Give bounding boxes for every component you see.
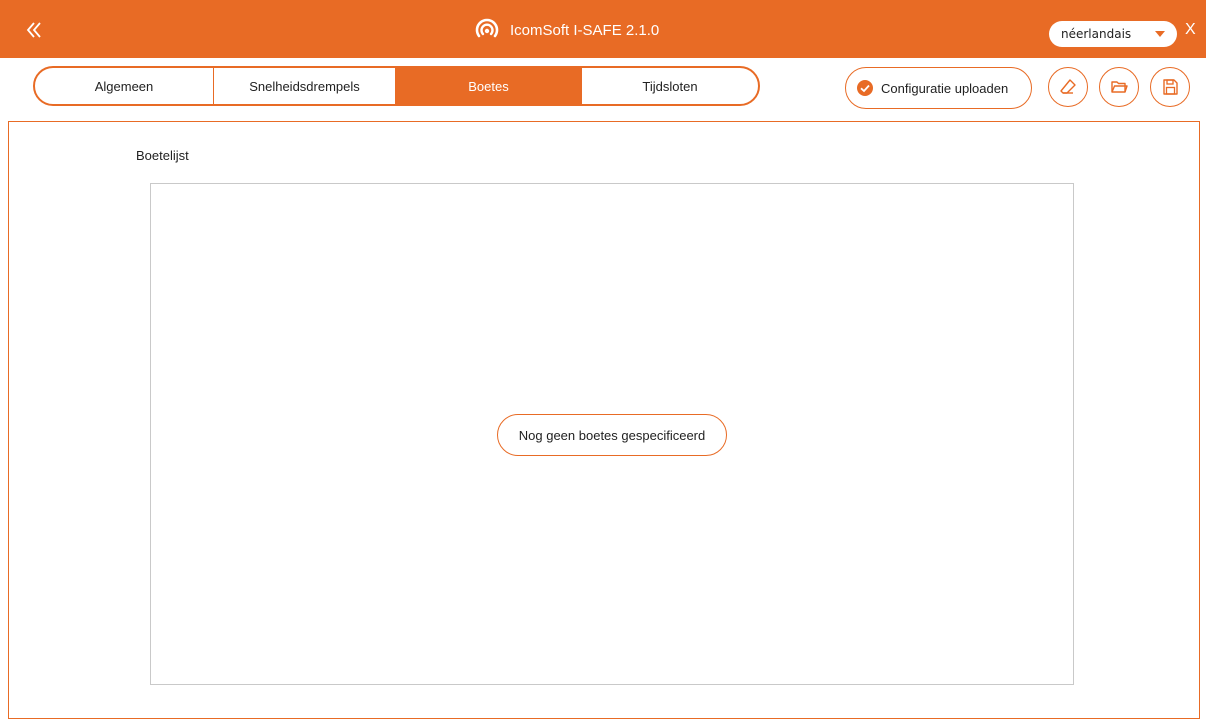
- empty-state-message: Nog geen boetes gespecificeerd: [497, 414, 727, 456]
- clear-button[interactable]: [1048, 67, 1088, 107]
- title-bar: IcomSoft I-SAFE 2.1.0 néerlandais X: [0, 0, 1206, 58]
- caret-down-icon: [1155, 31, 1165, 37]
- upload-configuration-button[interactable]: Configuratie uploaden: [845, 67, 1032, 109]
- wifi-signal-logo-icon: [475, 18, 499, 38]
- check-circle-icon: [857, 80, 873, 96]
- tab-boetes[interactable]: Boetes: [395, 68, 581, 104]
- fines-list-label: Boetelijst: [136, 148, 189, 163]
- tab-algemeen[interactable]: Algemeen: [35, 68, 213, 104]
- back-button[interactable]: [22, 18, 46, 42]
- language-select-value: néerlandais: [1061, 27, 1132, 41]
- tab-bar: Algemeen Snelheidsdrempels Boetes Tijdsl…: [33, 66, 760, 106]
- open-file-button[interactable]: [1099, 67, 1139, 107]
- language-select[interactable]: néerlandais: [1049, 21, 1177, 47]
- folder-open-icon: [1111, 81, 1128, 93]
- save-icon: [1163, 79, 1178, 95]
- tab-tijdsloten[interactable]: Tijdsloten: [581, 68, 758, 104]
- eraser-icon: [1060, 79, 1076, 94]
- tab-snelheidsdrempels[interactable]: Snelheidsdrempels: [213, 68, 395, 104]
- app-title: IcomSoft I-SAFE 2.1.0: [474, 18, 659, 42]
- close-button[interactable]: X: [1185, 21, 1196, 39]
- upload-configuration-label: Configuratie uploaden: [881, 80, 1009, 96]
- save-button[interactable]: [1150, 67, 1190, 107]
- app-title-text: IcomSoft I-SAFE 2.1.0: [510, 21, 660, 39]
- double-chevron-left-icon: [26, 22, 41, 38]
